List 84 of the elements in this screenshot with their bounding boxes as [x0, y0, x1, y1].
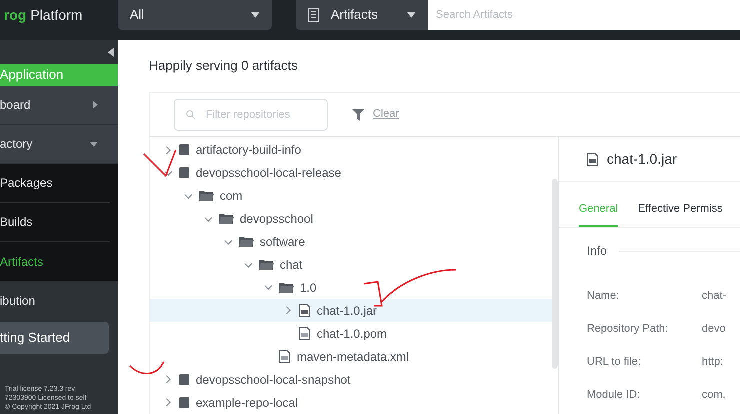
tree-row[interactable]: devopsschool [150, 208, 552, 231]
repository-icon [179, 374, 190, 386]
details-title: chat-1.0.jar [607, 150, 678, 169]
tree-row[interactable]: software [150, 230, 552, 254]
chevron-right-icon[interactable] [164, 375, 173, 384]
submenu-item[interactable]: Packages [0, 164, 110, 203]
folder-icon [199, 190, 214, 202]
tree-row[interactable]: com [150, 184, 552, 208]
field-value: chat- [702, 289, 726, 304]
sidebar-item[interactable]: ibution [0, 281, 118, 320]
sidebar-item[interactable]: board [0, 86, 118, 125]
repository-icon [179, 144, 190, 156]
folder-icon [279, 282, 294, 294]
tree-row[interactable]: chat [150, 254, 552, 277]
chevron-right-icon[interactable] [164, 146, 173, 155]
chevron-down-icon[interactable] [184, 192, 193, 201]
file-icon [299, 304, 311, 318]
type-select[interactable]: Artifacts [296, 0, 428, 30]
chevron-down-icon[interactable] [264, 283, 273, 292]
folder-icon [239, 236, 254, 248]
tree-label: software [260, 234, 306, 252]
pen-mark [129, 361, 165, 376]
filter-icon[interactable] [352, 108, 365, 120]
file-icon [587, 152, 599, 166]
tree-label: chat-1.0.pom [317, 326, 388, 343]
page-heading: Happily serving 0 artifacts [149, 57, 299, 76]
pen-mark [143, 149, 178, 178]
brand-name: Platform [30, 6, 83, 24]
list-icon [308, 8, 319, 22]
tree-label: com [220, 188, 243, 206]
tree-label: artifactory-build-info [196, 142, 302, 160]
tree-row[interactable]: chat-1.0.jar [150, 299, 552, 322]
scope-select[interactable]: All [118, 0, 272, 30]
chevron-down-icon[interactable] [244, 260, 253, 270]
tree-row[interactable]: 1.0 [150, 276, 552, 300]
tree-row[interactable]: chat-1.0.pom [150, 322, 552, 346]
sidebar-item[interactable]: actory [0, 125, 118, 164]
chevron-down-icon[interactable] [204, 214, 213, 224]
submenu-item[interactable]: Builds [0, 203, 110, 242]
chevron-right-icon[interactable] [284, 306, 293, 316]
tree-row[interactable]: devopsschool-local-release [150, 162, 552, 185]
tree-label: devopsschool [240, 211, 314, 228]
filter-field[interactable]: Filter repositories [174, 98, 328, 130]
section-header: Application [0, 64, 118, 86]
chevron-down-icon[interactable] [164, 168, 173, 178]
field-value: http: [702, 355, 724, 370]
tree-label: chat-1.0.jar [317, 302, 378, 320]
caret-down-icon [90, 142, 98, 146]
tree-row[interactable]: example-repo-local [150, 391, 552, 414]
folder-icon [259, 259, 274, 272]
repository-icon [179, 167, 190, 180]
file-icon [279, 350, 291, 364]
field-label: Repository Path: [587, 322, 670, 338]
tree-label: maven-metadata.xml [297, 348, 410, 366]
chevron-right-icon[interactable] [164, 398, 173, 408]
file-icon [299, 327, 311, 340]
caret-right-icon [93, 101, 98, 109]
folder-icon [219, 213, 234, 226]
brand-logo: rog [4, 6, 27, 25]
caret-icon [407, 12, 416, 18]
caret-icon [251, 12, 260, 18]
field-label: URL to file: [587, 355, 642, 370]
field-label: Name: [587, 289, 620, 304]
field-label: Module ID: [587, 388, 642, 404]
tree-row[interactable]: devopsschool-local-snapshot [150, 368, 552, 392]
scrollbar[interactable] [552, 179, 558, 369]
tree-row[interactable]: maven-metadata.xml [150, 345, 552, 368]
tree-label: example-repo-local [196, 394, 298, 412]
section-title: Info [587, 243, 608, 260]
repository-icon [179, 396, 190, 409]
tree-row[interactable]: artifactory-build-info [150, 139, 552, 162]
chevron-down-icon[interactable] [224, 238, 233, 247]
getting-started-button[interactable]: tting Started [0, 322, 109, 354]
tree-label: chat [280, 257, 303, 274]
collapse-icon[interactable] [108, 48, 114, 56]
search-field[interactable]: Search Artifacts [428, 0, 740, 30]
submenu-item[interactable]: Artifacts [0, 242, 110, 281]
tree-label: devopsschool-local-snapshot [196, 372, 351, 389]
search-icon [186, 110, 196, 120]
tree-label: 1.0 [300, 280, 317, 297]
tree-label: devopsschool-local-release [196, 165, 342, 182]
field-value: com. [702, 388, 726, 404]
field-value: devo [702, 322, 726, 338]
details-tab[interactable]: Effective Permiss [638, 200, 723, 227]
